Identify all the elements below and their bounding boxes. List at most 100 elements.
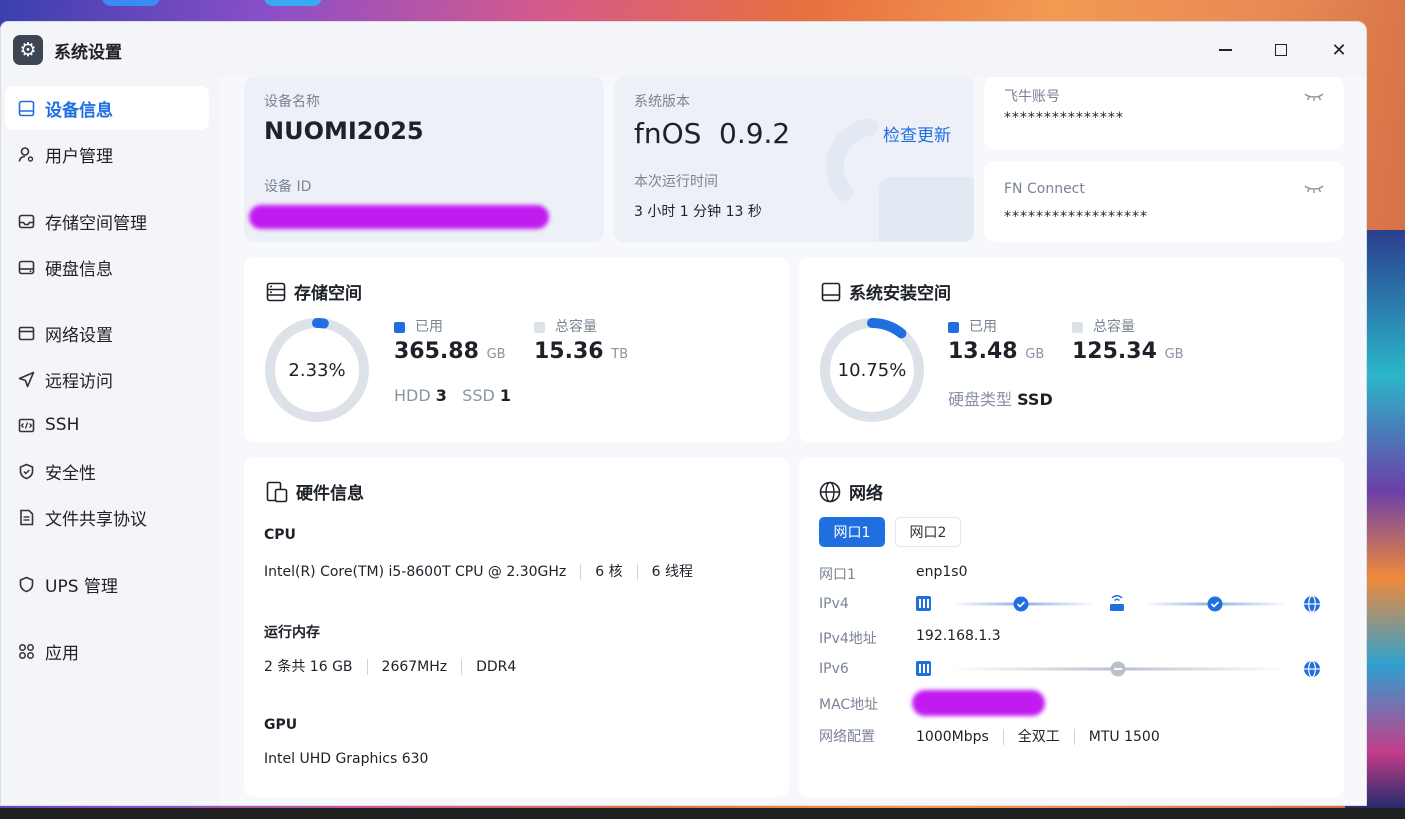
network-title: 网络 — [819, 479, 883, 504]
separator — [1002, 729, 1004, 745]
storage-used-unit: GB — [486, 347, 506, 362]
title-bar: ⚙ 系统设置 ✕ — [1, 22, 1366, 77]
globe-icon — [819, 481, 841, 502]
hardware-title-text: 硬件信息 — [296, 484, 364, 504]
ram-label: 运行内存 — [264, 625, 320, 641]
device-id-label: 设备 ID — [264, 179, 312, 195]
remote-access-icon — [17, 370, 35, 388]
system-total: 125.34 GB — [1072, 339, 1184, 364]
network-config: 1000Mbps 全双工 MTU 1500 — [916, 726, 1160, 746]
storage-title-text: 存储空间 — [294, 284, 362, 304]
window-title: 系统设置 — [54, 43, 122, 63]
sidebar-item-label: 文件共享协议 — [45, 509, 147, 530]
mtu: MTU 1500 — [1088, 729, 1160, 745]
disk-type: 硬盘类型 SSD — [948, 386, 1053, 410]
gpu-label: GPU — [264, 717, 298, 733]
close-icon: ✕ — [1331, 39, 1347, 61]
sidebar-item-security[interactable]: 安全性 — [5, 449, 209, 493]
disk-icon — [17, 258, 35, 276]
network-card: 网络 网口1 网口2 网口1 enp1s0 IPv4 IPv4地址 192.16… — [799, 457, 1344, 797]
mac-label: MAC地址 — [819, 697, 879, 713]
sidebar-item-label: 用户管理 — [45, 146, 113, 167]
port-value: enp1s0 — [916, 564, 968, 580]
sidebar-item-storage-management[interactable]: 存储空间管理 — [5, 199, 209, 243]
ipv4-address: 192.168.1.3 — [916, 628, 1001, 644]
system-space-title: 系统安装空间 — [821, 279, 951, 304]
device-info-icon — [17, 99, 35, 117]
storage-total-unit: TB — [611, 347, 629, 362]
settings-window: ⚙ 系统设置 ✕ 设备信息 用户管理 存储空间管理 硬盘信息 网络设置 远程访问… — [0, 21, 1367, 806]
system-space-title-text: 系统安装空间 — [849, 284, 951, 304]
system-total-legend: 总容量 — [1072, 316, 1135, 336]
ram-sticks: 2 条共 16 GB — [264, 659, 353, 675]
sidebar-item-file-sharing[interactable]: 文件共享协议 — [5, 495, 209, 539]
storage-used-label: 已用 — [415, 319, 443, 335]
hardware-card: 硬件信息 CPU Intel(R) Core(TM) i5-8600T CPU … — [244, 457, 789, 797]
ssd-count: 1 — [499, 386, 512, 405]
disk-type-label: 硬盘类型 — [948, 390, 1013, 409]
maximize-icon — [1275, 44, 1287, 56]
storage-total-value: 15.36 — [534, 339, 604, 364]
close-button[interactable]: ✕ — [1325, 36, 1353, 64]
sidebar-item-label: 远程访问 — [45, 371, 113, 392]
sidebar-item-user-management[interactable]: 用户管理 — [5, 132, 209, 176]
fn-connect-value: ****************** — [1004, 209, 1148, 225]
system-disk-icon — [821, 282, 841, 301]
system-space-card: 系统安装空间 10.75% 已用 13.48 GB 总容量 125.34 GB … — [799, 257, 1344, 442]
sidebar-item-label: UPS 管理 — [45, 576, 118, 597]
file-share-icon — [17, 508, 35, 526]
device-name-label: 设备名称 — [264, 94, 320, 110]
system-used-value: 13.48 — [948, 339, 1018, 364]
system-used-legend: 已用 — [948, 316, 997, 336]
link-speed: 1000Mbps — [916, 729, 989, 745]
hdd-label: HDD — [394, 386, 431, 405]
storage-total: 15.36 TB — [534, 339, 628, 364]
system-space-percent: 10.75% — [837, 360, 907, 381]
eye-closed-icon[interactable] — [1304, 91, 1324, 103]
os-version: 0.9.2 — [719, 117, 791, 150]
sidebar-item-label: 存储空间管理 — [45, 213, 147, 234]
shield-icon — [17, 462, 35, 480]
ssd-label: SSD — [462, 386, 495, 405]
ram-details: 2 条共 16 GB 2667MHz DDR4 — [264, 656, 516, 676]
sidebar-item-remote-access[interactable]: 远程访问 — [5, 357, 209, 401]
sidebar-item-network-settings[interactable]: 网络设置 — [5, 311, 209, 355]
tab-port-2[interactable]: 网口2 — [895, 517, 961, 547]
check-update-link[interactable]: 检查更新 — [883, 121, 951, 146]
total-legend-swatch — [534, 321, 545, 333]
total-legend-swatch — [1072, 321, 1083, 333]
feiniu-account-card: 飞牛账号 *************** — [984, 77, 1344, 149]
main-content: 设备名称 NUOMI2025 设备 ID 系统版本 fnOS 0.9.2 检查更… — [219, 77, 1366, 805]
tab-port-1[interactable]: 网口1 — [819, 517, 885, 547]
minimize-button[interactable] — [1211, 36, 1239, 64]
user-icon — [17, 145, 35, 163]
sidebar-item-label: 设备信息 — [45, 100, 113, 121]
feiniu-account-label: 飞牛账号 — [1004, 89, 1060, 105]
port-label: 网口1 — [819, 567, 856, 583]
sidebar-item-disk-info[interactable]: 硬盘信息 — [5, 245, 209, 289]
internet-globe-icon — [1304, 660, 1320, 678]
maximize-button[interactable] — [1267, 36, 1295, 64]
sidebar-item-ups[interactable]: UPS 管理 — [5, 562, 209, 606]
separator — [366, 659, 368, 675]
network-title-text: 网络 — [849, 484, 883, 504]
uptime-label: 本次运行时间 — [634, 174, 718, 190]
device-name-value: NUOMI2025 — [264, 117, 424, 145]
sidebar-item-device-info[interactable]: 设备信息 — [5, 86, 209, 130]
cpu-cores: 6 核 — [595, 564, 623, 580]
sidebar-item-apps[interactable]: 应用 — [5, 629, 209, 673]
cpu-model: Intel(R) Core(TM) i5-8600T CPU @ 2.30GHz — [264, 564, 567, 580]
fn-connect-card: FN Connect ****************** — [984, 161, 1344, 242]
system-total-value: 125.34 — [1072, 339, 1157, 364]
ipv4-address-label: IPv4地址 — [819, 631, 877, 647]
disk-type-value: SSD — [1017, 390, 1053, 409]
system-used-unit: GB — [1025, 347, 1045, 362]
separator — [461, 659, 463, 675]
ipv4-connection-path — [916, 595, 1320, 613]
eye-closed-icon[interactable] — [1304, 183, 1324, 195]
network-config-label: 网络配置 — [819, 729, 875, 745]
gpu-model: Intel UHD Graphics 630 — [264, 751, 429, 767]
sidebar-item-ssh[interactable]: SSH — [5, 403, 209, 447]
uptime-value: 3 小时 1 分钟 13 秒 — [634, 204, 762, 220]
system-used: 13.48 GB — [948, 339, 1044, 364]
